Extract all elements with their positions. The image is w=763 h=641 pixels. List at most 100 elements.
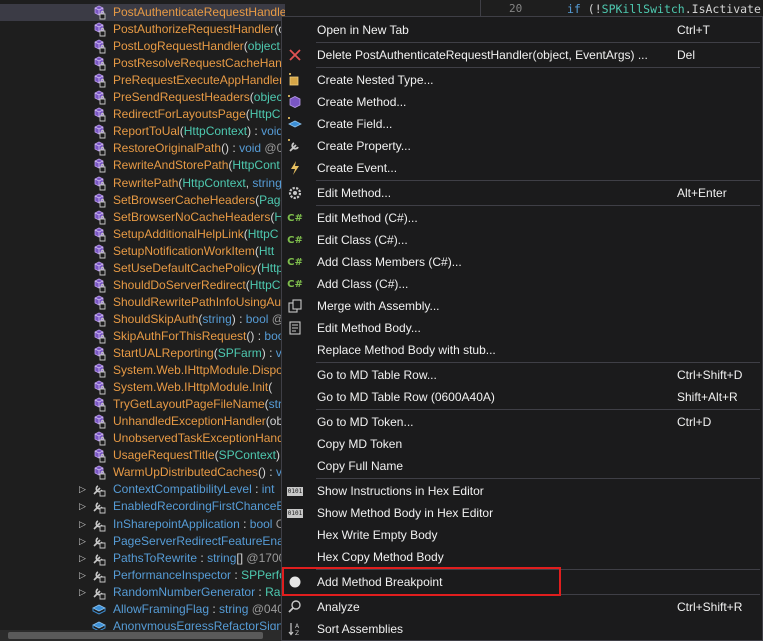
- hex-icon: 0101: [286, 508, 304, 518]
- menu-item-edit-method[interactable]: Edit Method... Alt+Enter: [282, 182, 762, 204]
- tree-row-label: AllowFramingFlag : string @040: [113, 601, 284, 616]
- expand-arrow-icon[interactable]: ▷: [79, 500, 87, 512]
- menu-item-open-in-new-tab[interactable]: Open in New Tab Ctrl+T: [282, 19, 762, 41]
- method-icon: [91, 431, 107, 446]
- menu-item-create-method[interactable]: Create Method...: [282, 91, 762, 113]
- menu-item-hex-copy-method-body[interactable]: Hex Copy Method Body: [282, 546, 762, 568]
- svg-text:Z: Z: [295, 630, 299, 637]
- csharp-icon: C#: [287, 256, 303, 268]
- tree-row[interactable]: SkipAuthForThisRequest() : boo: [0, 328, 285, 345]
- tree-row[interactable]: ▷ InSharepointApplication : bool C: [0, 516, 285, 533]
- method-icon: [91, 193, 107, 208]
- tree-row[interactable]: SetBrowserCacheHeaders(Page,: [0, 192, 285, 209]
- tree-row[interactable]: ▷ RandomNumberGenerator : Ran: [0, 584, 285, 601]
- menu-item-create-property[interactable]: Create Property...: [282, 135, 762, 157]
- menu-item-edit-method-body[interactable]: Edit Method Body...: [282, 317, 762, 339]
- tree-row-label: UnhandledExceptionHandler(ob: [113, 414, 284, 429]
- menu-item-label: Delete PostAuthenticateRequestHandler(ob…: [317, 48, 648, 62]
- tree-row[interactable]: StartUALReporting(SPFarm) : vo: [0, 345, 285, 362]
- menu-item-show-instructions-in-hex-editor[interactable]: 0101 Show Instructions in Hex Editor: [282, 480, 762, 502]
- tree-row[interactable]: PostLogRequestHandler(object,: [0, 38, 285, 55]
- tree-row[interactable]: ShouldSkipAuth(string) : bool @: [0, 311, 285, 328]
- menu-item-label: Copy MD Token: [317, 437, 403, 451]
- menu-item-merge-with-assembly[interactable]: Merge with Assembly...: [282, 295, 762, 317]
- tree-row[interactable]: PreSendRequestHeaders(object,: [0, 89, 285, 106]
- expand-arrow-icon[interactable]: ▷: [79, 518, 87, 530]
- code-editor[interactable]: 20 if (!SPKillSwitch.IsActivate: [483, 0, 763, 16]
- menu-item-go-to-md-token[interactable]: Go to MD Token... Ctrl+D: [282, 411, 762, 433]
- menu-item-go-to-md-table-row[interactable]: Go to MD Table Row (0600A40A) Shift+Alt+R: [282, 386, 762, 408]
- menu-item-create-event[interactable]: Create Event...: [282, 157, 762, 179]
- menu-item-label: Show Method Body in Hex Editor: [317, 506, 494, 520]
- menu-item-label: Edit Method...: [317, 186, 392, 200]
- menu-item-hex-write-empty-body[interactable]: Hex Write Empty Body: [282, 524, 762, 546]
- menu-item-label: Hex Copy Method Body: [317, 550, 444, 564]
- tree-row[interactable]: RewriteAndStorePath(HttpCont: [0, 157, 285, 174]
- menu-item-delete-postauthenticaterequesthandler[interactable]: Delete PostAuthenticateRequestHandler(ob…: [282, 44, 762, 66]
- horizontal-scrollbar[interactable]: [0, 630, 285, 641]
- tree-row[interactable]: SetBrowserNoCacheHeaders(Ht: [0, 209, 285, 226]
- tree-row-label: SetupAdditionalHelpLink(HttpC: [113, 226, 279, 241]
- tree-row[interactable]: PostAuthenticateRequestHandler(object, E…: [0, 4, 285, 21]
- tree-row-label: SetBrowserNoCacheHeaders(Ht: [113, 209, 285, 224]
- menu-item-edit-class[interactable]: C# Edit Class (C#)...: [282, 229, 762, 251]
- method-icon: [91, 107, 107, 122]
- tree-row[interactable]: ▷ PerformanceInspector : SPPerfo: [0, 567, 285, 584]
- tree-row[interactable]: PreRequestExecuteAppHandler(: [0, 72, 285, 89]
- tree-row[interactable]: WarmUpDistributedCaches() : v: [0, 464, 285, 481]
- tree-row[interactable]: RestoreOriginalPath() : void @06: [0, 140, 285, 157]
- tree-row-label: EnabledRecordingFirstChanceEx: [113, 499, 285, 514]
- tree-row-label: ShouldSkipAuth(string) : bool @: [113, 311, 284, 326]
- expand-arrow-icon[interactable]: ▷: [79, 569, 87, 581]
- menu-item-sort-assemblies[interactable]: A Z Sort Assemblies: [282, 618, 762, 640]
- method-icon: [91, 397, 107, 412]
- method-icon: [91, 73, 107, 88]
- tree-row[interactable]: ▷ PageServerRedirectFeatureEnab: [0, 533, 285, 550]
- assembly-tree[interactable]: PostAuthenticateRequestHandler(object, E…: [0, 0, 285, 641]
- menu-item-label: Create Property...: [317, 139, 411, 153]
- tree-row[interactable]: RewritePath(HttpContext, string: [0, 175, 285, 192]
- method-icon: [91, 5, 107, 20]
- tree-row[interactable]: UnobservedTaskExceptionHand: [0, 430, 285, 447]
- tree-row[interactable]: ▷ ContextCompatibilityLevel : int: [0, 481, 285, 498]
- menu-item-add-class-members[interactable]: C# Add Class Members (C#)...: [282, 251, 762, 273]
- menu-item-create-nested-type[interactable]: Create Nested Type...: [282, 69, 762, 91]
- create-field-icon: [287, 116, 303, 132]
- expand-arrow-icon[interactable]: ▷: [79, 586, 87, 598]
- tree-row[interactable]: SetupNotificationWorkItem(Htt: [0, 243, 285, 260]
- tree-row[interactable]: SetUseDefaultCachePolicy(Http: [0, 260, 285, 277]
- menu-item-copy-full-name[interactable]: Copy Full Name: [282, 455, 762, 477]
- expand-arrow-icon[interactable]: ▷: [79, 483, 87, 495]
- tree-row[interactable]: TryGetLayoutPageFileName(strin: [0, 396, 285, 413]
- expand-arrow-icon[interactable]: ▷: [79, 535, 87, 547]
- tree-row[interactable]: UnhandledExceptionHandler(ob: [0, 413, 285, 430]
- tree-row[interactable]: ShouldRewritePathInfoUsingAu: [0, 294, 285, 311]
- scrollbar-thumb[interactable]: [8, 632, 263, 639]
- menu-item-analyze[interactable]: Analyze Ctrl+Shift+R: [282, 596, 762, 618]
- menu-item-copy-md-token[interactable]: Copy MD Token: [282, 433, 762, 455]
- menu-item-show-method-body-in-hex-editor[interactable]: 0101 Show Method Body in Hex Editor: [282, 502, 762, 524]
- tree-row[interactable]: ▷ EnabledRecordingFirstChanceEx: [0, 498, 285, 515]
- menu-item-create-field[interactable]: Create Field...: [282, 113, 762, 135]
- property-icon: [91, 585, 107, 600]
- tree-row[interactable]: PostAuthorizeRequestHandler(o: [0, 21, 285, 38]
- menu-item-add-class[interactable]: C# Add Class (C#)...: [282, 273, 762, 295]
- tree-row[interactable]: ▷ PathsToRewrite : string[] @1700: [0, 550, 285, 567]
- tree-row[interactable]: ReportToUal(HttpContext) : void: [0, 123, 285, 140]
- menu-item-edit-method[interactable]: C# Edit Method (C#)...: [282, 207, 762, 229]
- expand-arrow-icon[interactable]: ▷: [79, 552, 87, 564]
- tree-row[interactable]: UsageRequestTitle(SPContext) :: [0, 447, 285, 464]
- tree-row[interactable]: SetupAdditionalHelpLink(HttpC: [0, 226, 285, 243]
- blank-icon: [287, 22, 303, 38]
- tree-row[interactable]: AllowFramingFlag : string @040: [0, 601, 285, 618]
- tree-row[interactable]: RedirectForLayoutsPage(HttpCo: [0, 106, 285, 123]
- tree-row[interactable]: PostResolveRequestCacheHand: [0, 55, 285, 72]
- tree-row[interactable]: ShouldDoServerRedirect(HttpCo: [0, 277, 285, 294]
- menu-item-go-to-md-table-row[interactable]: Go to MD Table Row... Ctrl+Shift+D: [282, 364, 762, 386]
- tree-row[interactable]: System.Web.IHttpModule.Init(: [0, 379, 285, 396]
- menu-item-label: Copy Full Name: [317, 459, 404, 473]
- tree-row-label: SkipAuthForThisRequest() : boo: [113, 328, 285, 343]
- menu-item-replace-method-body-with-stub[interactable]: Replace Method Body with stub...: [282, 339, 762, 361]
- hex-icon: 0101: [286, 486, 304, 496]
- tree-row[interactable]: System.Web.IHttpModule.Dispo: [0, 362, 285, 379]
